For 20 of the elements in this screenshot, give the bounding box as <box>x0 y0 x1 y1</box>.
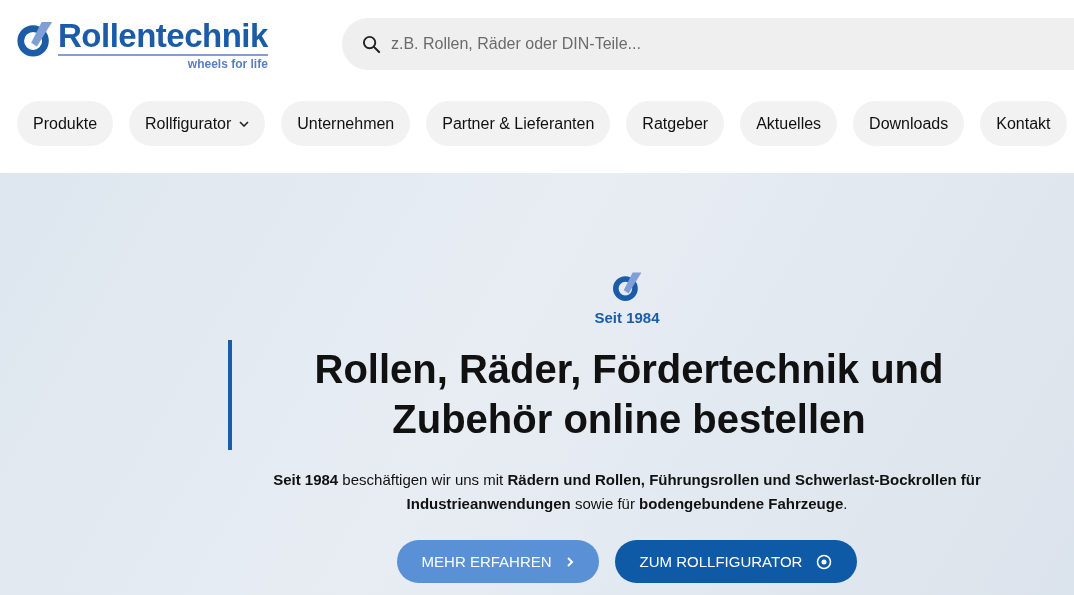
wheel-logo-icon <box>611 271 643 303</box>
cta-button[interactable]: ZUM ROLLFIGURATOR <box>614 540 858 583</box>
nav-link[interactable]: Rollfigurator <box>129 101 266 146</box>
chevron-down-icon <box>239 120 250 127</box>
hero-text: Seit 1984 beschäftigen wir uns mit Rädern und Rollen, Führungsrollen und Schwerlast-Bockrollen für Industrieanwendungen sowie für bodengebundene Fahrzeuge. <box>272 470 982 514</box>
hero-heading: Rollen, Räder, Fördertechnik und Zubehör online bestellen <box>313 346 945 443</box>
search-field[interactable]: z.B. Rollen, Räder oder DIN-Teile... <box>342 18 1074 70</box>
nav-link[interactable]: Produkte <box>17 101 114 146</box>
since-label: Seit 1984 <box>594 309 660 326</box>
target-icon <box>816 553 833 570</box>
nav-link[interactable]: Unternehmen <box>281 101 411 146</box>
logo-wheel-icon[interactable] <box>16 19 54 58</box>
nav-link[interactable]: Kontakt <box>980 101 1067 146</box>
logo-tagline: wheels for life <box>187 56 268 71</box>
nav-link[interactable]: Aktuelles <box>740 101 838 146</box>
logo-wordmark[interactable]: Rollentechnik <box>58 17 268 56</box>
nav-link[interactable]: Partner & Lieferanten <box>426 101 611 146</box>
nav-link[interactable]: Downloads <box>853 101 965 146</box>
nav-link[interactable]: Ratgeber <box>626 101 725 146</box>
chevron-right-icon <box>565 555 574 568</box>
